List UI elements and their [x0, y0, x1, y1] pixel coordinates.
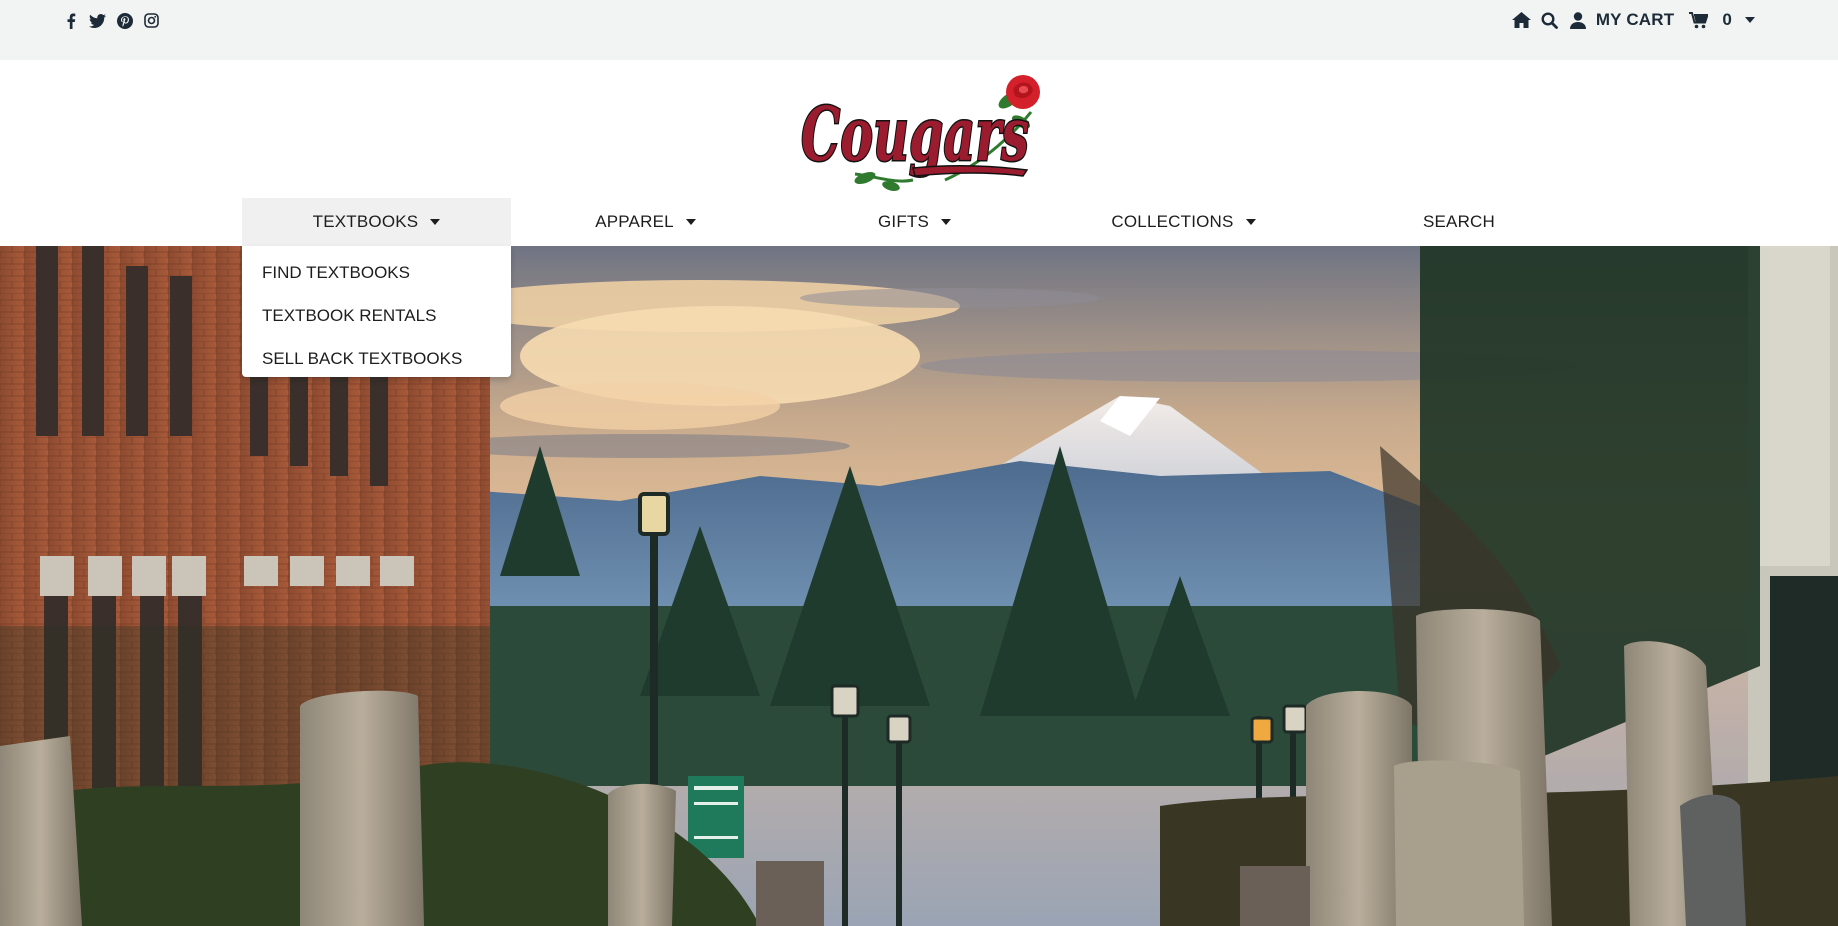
nav-item-collections[interactable]: COLLECTIONS — [1049, 198, 1318, 246]
caret-down-icon — [430, 219, 441, 225]
nav-item-apparel[interactable]: APPAREL — [511, 198, 780, 246]
user-icon[interactable] — [1568, 10, 1588, 30]
cart-icon[interactable] — [1688, 10, 1708, 30]
menu-item-sell-back-textbooks[interactable]: SELL BACK TEXTBOOKS — [242, 344, 511, 387]
nav-item-label: COLLECTIONS — [1111, 212, 1234, 231]
menu-item-find-textbooks[interactable]: FIND TEXTBOOKS — [242, 258, 511, 301]
pinterest-icon[interactable] — [116, 12, 133, 29]
home-icon[interactable] — [1512, 10, 1532, 30]
chevron-down-icon[interactable] — [1740, 10, 1760, 30]
my-cart-link[interactable]: MY CART — [1596, 10, 1675, 30]
logo-wordmark: Cougars — [801, 92, 1029, 178]
nav-item-search[interactable]: SEARCH — [1318, 198, 1600, 246]
logo-area: Cougars — [0, 60, 1838, 198]
twitter-icon[interactable] — [89, 12, 106, 29]
nav-item-label: TEXTBOOKS — [312, 212, 419, 231]
utility-links: MY CART 0 — [1512, 10, 1760, 30]
caret-down-icon — [1245, 219, 1256, 225]
nav-item-label: APPAREL — [595, 212, 674, 231]
main-nav: TEXTBOOKS APPAREL GIFTS COLLECTIONS SEAR… — [0, 198, 1838, 246]
nav-item-gifts[interactable]: GIFTS — [780, 198, 1049, 246]
caret-down-icon — [941, 219, 952, 225]
cart-count: 0 — [1722, 10, 1732, 29]
search-icon[interactable] — [1540, 10, 1560, 30]
caret-down-icon — [685, 219, 696, 225]
cougars-logo[interactable]: Cougars — [795, 72, 1045, 192]
nav-item-label: SEARCH — [1422, 212, 1496, 231]
menu-item-textbook-rentals[interactable]: TEXTBOOK RENTALS — [242, 301, 511, 344]
facebook-icon[interactable] — [62, 12, 79, 29]
nav-item-textbooks[interactable]: TEXTBOOKS — [242, 198, 511, 246]
social-links — [62, 12, 160, 29]
instagram-icon[interactable] — [143, 12, 160, 29]
top-utility-bar: MY CART 0 — [0, 0, 1838, 60]
nav-item-label: GIFTS — [877, 212, 930, 231]
textbooks-dropdown-menu: FIND TEXTBOOKS TEXTBOOK RENTALS SELL BAC… — [242, 246, 511, 377]
